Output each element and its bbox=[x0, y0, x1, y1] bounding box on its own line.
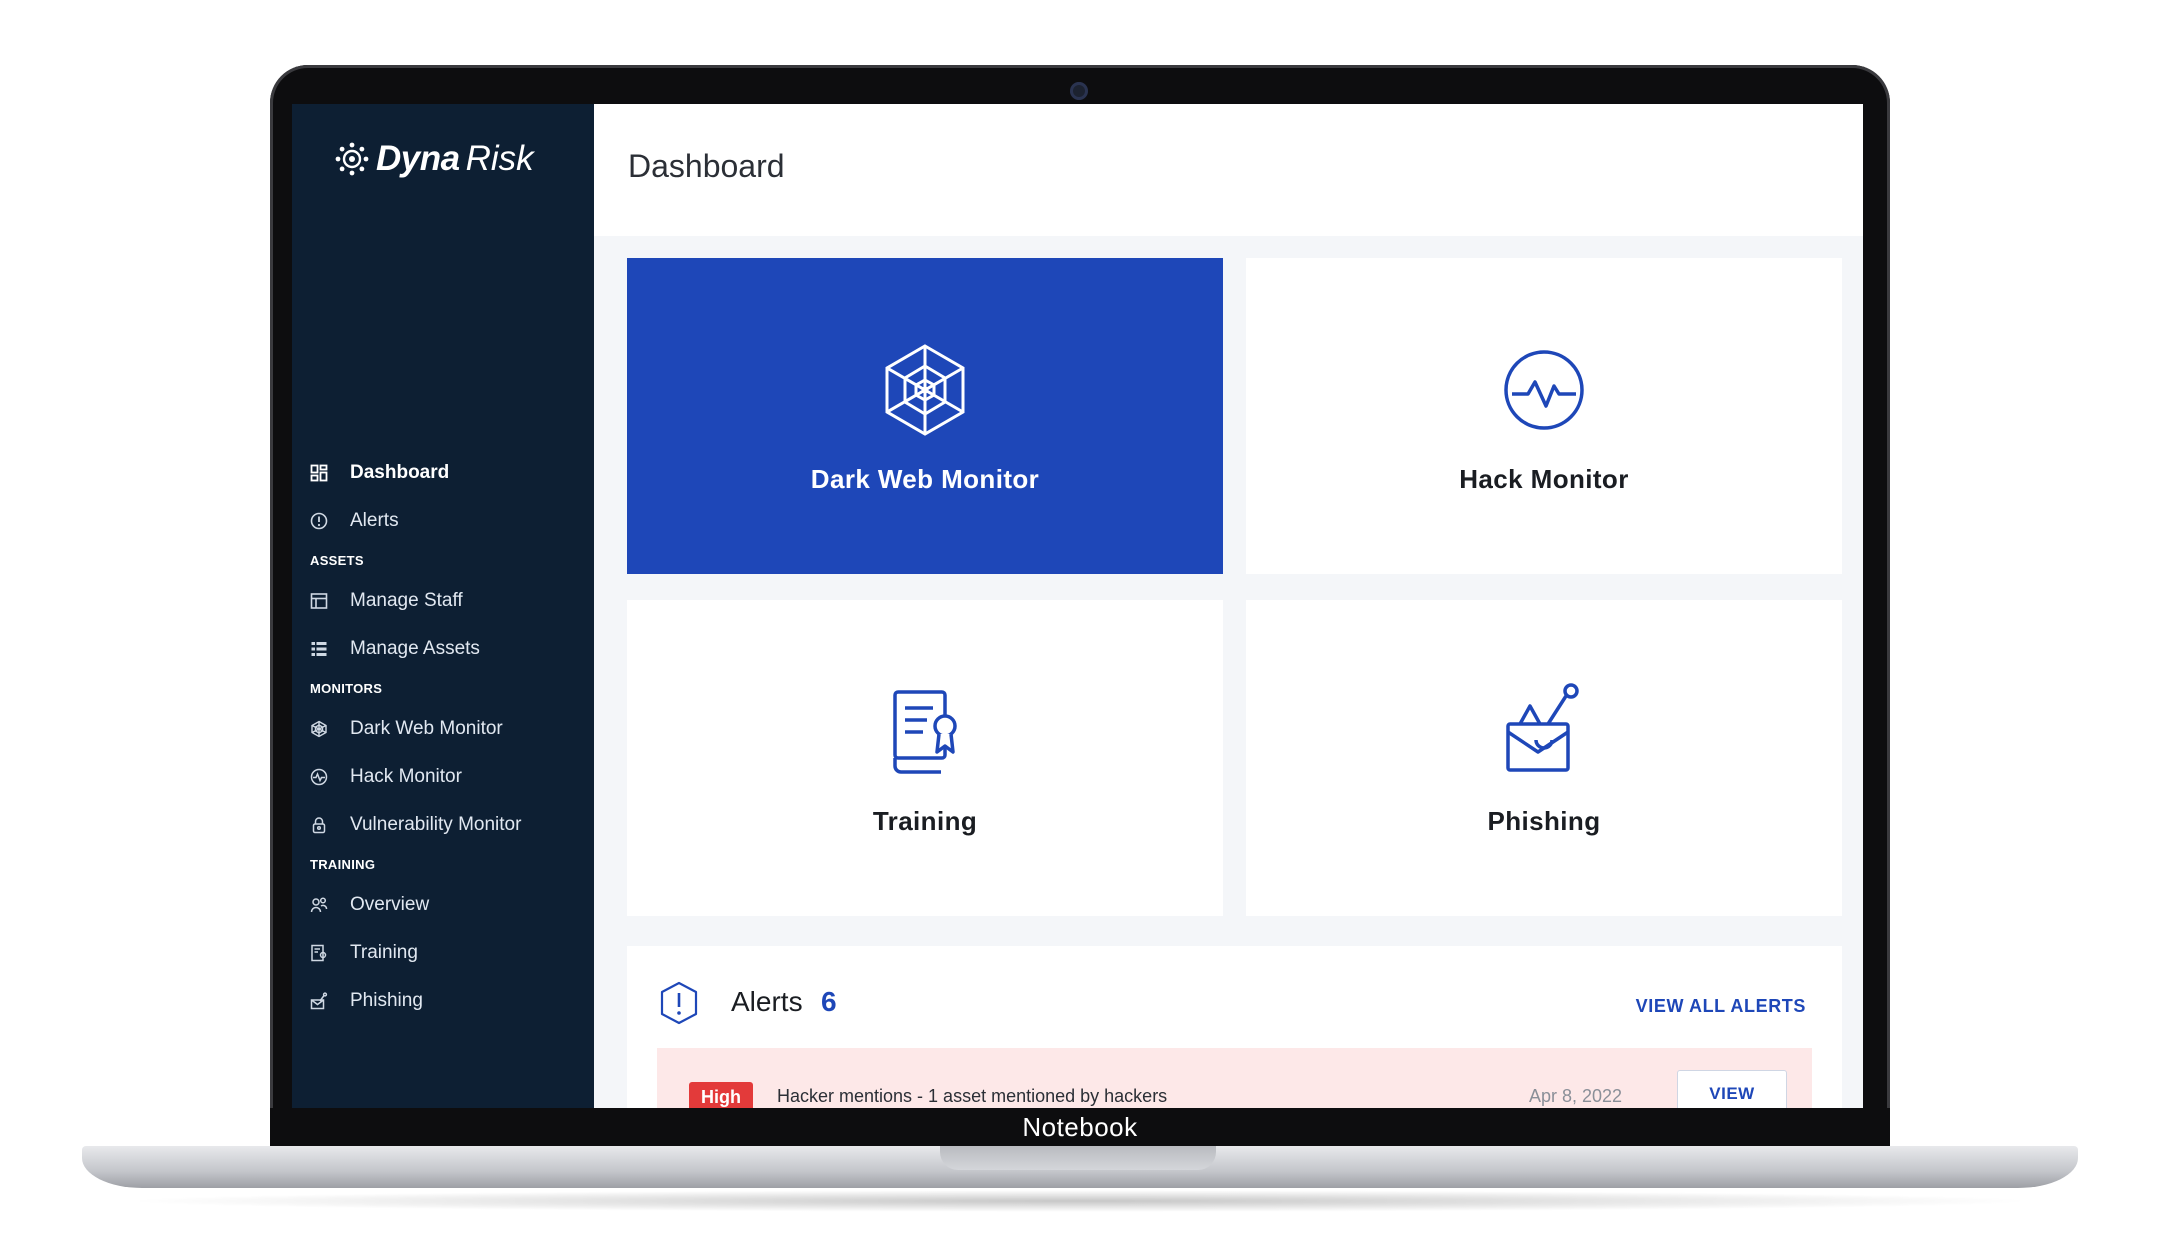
tile-hack-monitor[interactable]: Hack Monitor bbox=[1246, 258, 1842, 574]
sidebar-item-training[interactable]: Training bbox=[292, 929, 594, 977]
certificate-icon bbox=[311, 944, 327, 962]
page-header: Dashboard bbox=[594, 104, 1863, 236]
lock-icon bbox=[312, 817, 326, 834]
alerts-panel: Alerts 6 VIEW ALL ALERTS High Hacker men… bbox=[627, 946, 1842, 1108]
sidebar-nav: Dashboard Alerts ASSETS Manage Staff Man… bbox=[292, 449, 594, 1025]
tile-dark-web-monitor[interactable]: Dark Web Monitor bbox=[627, 258, 1223, 574]
sidebar-item-label: Dark Web Monitor bbox=[350, 718, 503, 739]
alert-row: High Hacker mentions - 1 asset mentioned… bbox=[657, 1048, 1812, 1108]
alert-text: Hacker mentions - 1 asset mentioned by h… bbox=[777, 1086, 1168, 1106]
sidebar-item-alerts[interactable]: Alerts bbox=[292, 497, 594, 545]
page-title: Dashboard bbox=[628, 148, 785, 184]
phishing-icon bbox=[310, 992, 328, 1010]
web-icon bbox=[311, 720, 327, 738]
sidebar-item-overview[interactable]: Overview bbox=[292, 881, 594, 929]
sidebar-item-label: Vulnerability Monitor bbox=[350, 814, 522, 835]
spider-web-icon bbox=[885, 343, 965, 436]
section-monitors: MONITORS bbox=[310, 681, 383, 696]
staff-icon bbox=[310, 593, 328, 609]
main-content: Dashboard Dark Web Monitor Hack Monitor … bbox=[594, 104, 1863, 1108]
camera-icon bbox=[1070, 82, 1088, 100]
alert-circle-icon bbox=[310, 512, 328, 530]
sidebar-item-label: Alerts bbox=[350, 510, 399, 531]
view-all-alerts-link[interactable]: VIEW ALL ALERTS bbox=[1636, 996, 1806, 1017]
screen: Dyna Risk Dashboard Alerts ASSETS Manage… bbox=[292, 104, 1863, 1108]
sidebar-item-label: Manage Staff bbox=[350, 590, 463, 611]
sidebar-item-manage-assets[interactable]: Manage Assets bbox=[292, 625, 594, 673]
assets-list-icon bbox=[311, 642, 327, 656]
alerts-title: Alerts bbox=[731, 986, 803, 1017]
sidebar-item-phishing[interactable]: Phishing bbox=[292, 977, 594, 1025]
tile-phishing[interactable]: Phishing bbox=[1246, 600, 1842, 916]
tile-label: Training bbox=[872, 805, 978, 836]
brand-name-bold: Dyna bbox=[376, 139, 460, 178]
sidebar-item-hack-monitor[interactable]: Hack Monitor bbox=[292, 753, 594, 801]
severity-badge: High bbox=[689, 1082, 753, 1108]
brand-name-light: Risk bbox=[465, 139, 534, 178]
sidebar-item-dashboard[interactable]: Dashboard bbox=[292, 449, 594, 497]
tile-label: Phishing bbox=[1487, 805, 1601, 836]
alert-view-button[interactable]: VIEW bbox=[1677, 1070, 1787, 1108]
section-assets: ASSETS bbox=[310, 553, 364, 568]
sidebar-item-label: Hack Monitor bbox=[350, 766, 462, 787]
alerts-count: 6 bbox=[821, 986, 837, 1017]
sidebar-item-dark-web-monitor[interactable]: Dark Web Monitor bbox=[292, 705, 594, 753]
laptop-chin: Notebook bbox=[270, 1108, 1890, 1146]
sidebar-item-manage-staff[interactable]: Manage Staff bbox=[292, 577, 594, 625]
brand-logo[interactable]: Dyna Risk bbox=[334, 134, 534, 184]
certificate-icon bbox=[893, 689, 957, 774]
sidebar-item-label: Manage Assets bbox=[350, 638, 480, 659]
device-label: Notebook bbox=[1022, 1112, 1138, 1142]
sidebar-item-label: Training bbox=[350, 942, 418, 963]
sidebar-item-label: Phishing bbox=[350, 990, 423, 1011]
alert-circle-icon bbox=[660, 981, 698, 1025]
pulse-icon bbox=[310, 768, 328, 786]
sidebar: Dyna Risk Dashboard Alerts ASSETS Manage… bbox=[292, 104, 594, 1108]
tile-label: Dark Web Monitor bbox=[810, 463, 1040, 494]
laptop-shadow bbox=[120, 1190, 2040, 1212]
sidebar-item-label: Overview bbox=[350, 894, 430, 915]
laptop-base-notch bbox=[940, 1146, 1216, 1170]
sidebar-item-vulnerability-monitor[interactable]: Vulnerability Monitor bbox=[292, 801, 594, 849]
section-training: TRAINING bbox=[310, 857, 376, 872]
dashboard-icon bbox=[310, 464, 328, 482]
alert-date: Apr 8, 2022 bbox=[1529, 1086, 1623, 1106]
users-icon bbox=[310, 897, 328, 913]
heartbeat-icon bbox=[1504, 349, 1584, 430]
logo-gear-icon bbox=[335, 142, 369, 176]
tile-training[interactable]: Training bbox=[627, 600, 1223, 916]
sidebar-item-label: Dashboard bbox=[350, 462, 450, 483]
phishing-envelope-icon bbox=[1506, 682, 1579, 772]
tile-label: Hack Monitor bbox=[1459, 463, 1629, 494]
